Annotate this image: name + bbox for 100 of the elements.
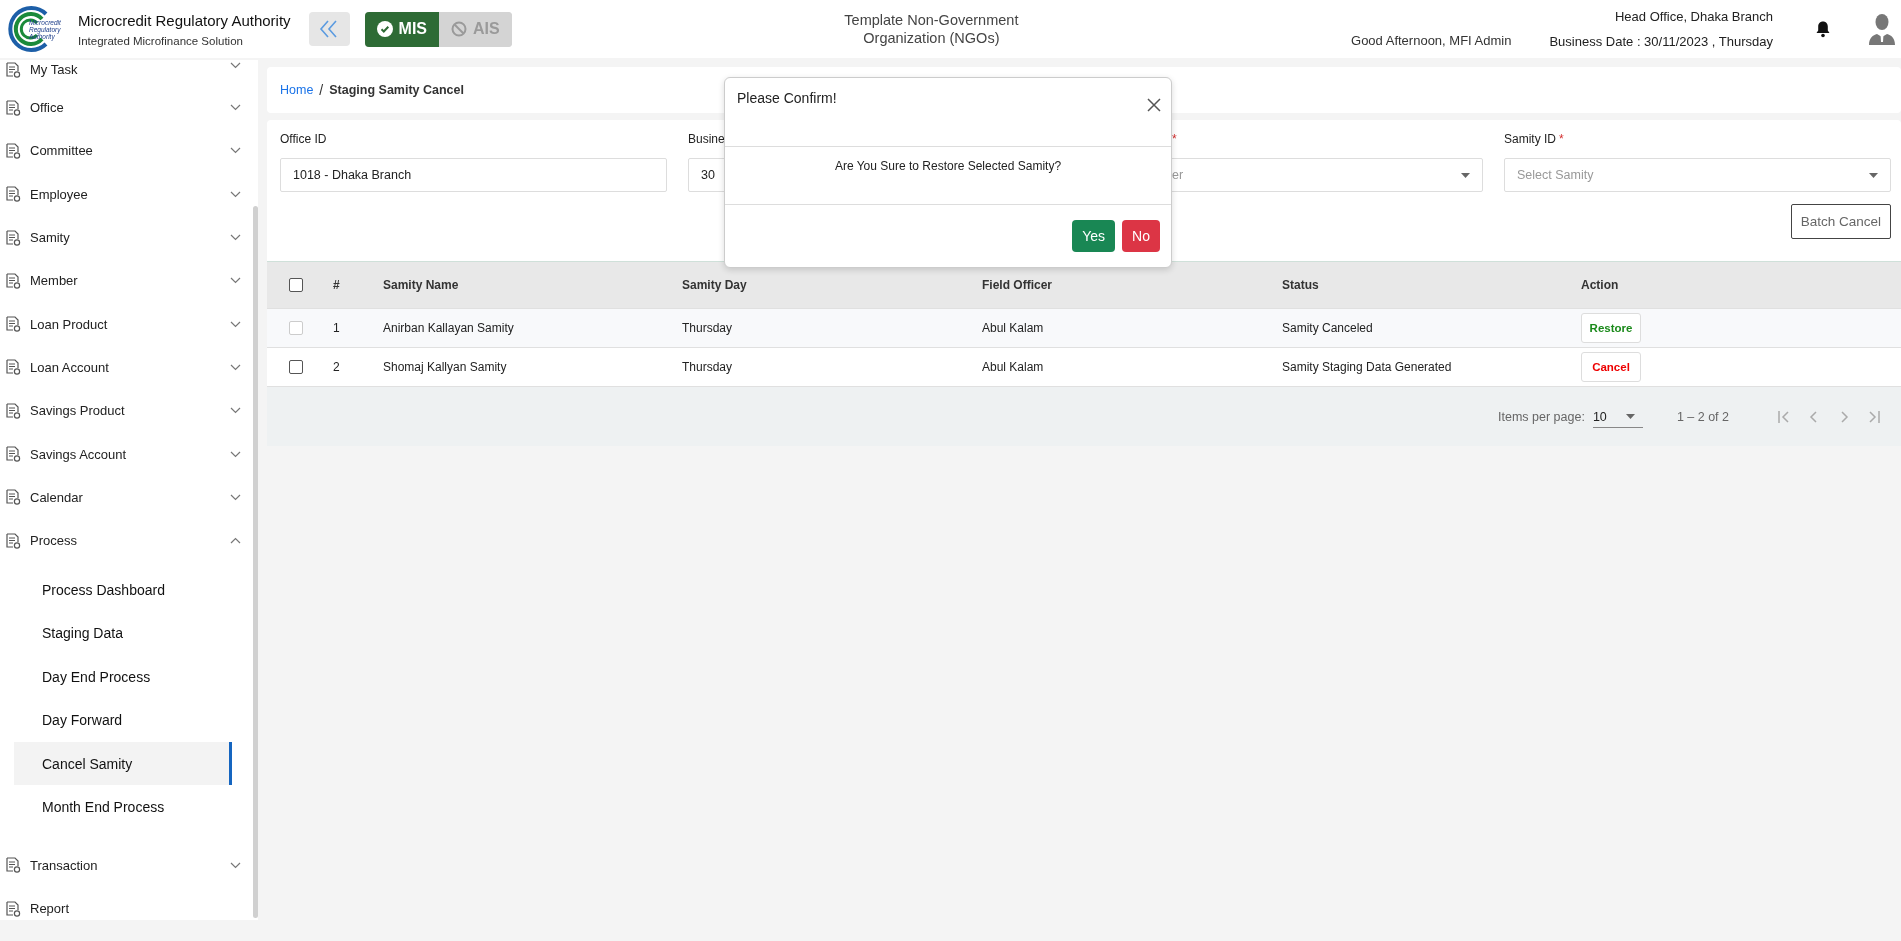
- sidebar-subitem[interactable]: Staging Data: [14, 611, 232, 656]
- organization-name: Template Non-Government Organization (NGOs): [843, 11, 1020, 47]
- document-icon: [6, 402, 21, 419]
- sidebar-item[interactable]: Savings Account: [0, 432, 244, 476]
- document-icon: [6, 359, 21, 376]
- chevron-icon: [230, 363, 241, 371]
- table-cell-text: 2: [333, 360, 341, 374]
- sidebar-item[interactable]: My Task: [0, 60, 244, 86]
- table-cell-text: Shomaj Kallyan Samity: [383, 360, 508, 374]
- chevron-icon: [230, 234, 241, 242]
- cancel-button[interactable]: Cancel: [1581, 352, 1641, 382]
- table-cell-text: Samity Staging Data Generated: [1282, 360, 1453, 374]
- field-label: Office ID: [280, 132, 327, 146]
- column-header: Samity Day: [682, 278, 748, 292]
- breadcrumb-separator: /: [319, 82, 324, 98]
- chevron-icon: [230, 62, 241, 69]
- sidebar-item[interactable]: Process: [0, 518, 244, 563]
- sidebar-item[interactable]: Samity: [0, 215, 244, 260]
- chevron-icon: [230, 147, 241, 155]
- document-icon: [6, 900, 21, 917]
- blocked-icon: [451, 21, 468, 37]
- page-size-select[interactable]: 10: [1592, 405, 1643, 428]
- sidebar-item[interactable]: Report: [0, 886, 244, 931]
- document-icon: [6, 857, 21, 874]
- table-cell-text: Abul Kalam: [982, 360, 1045, 374]
- column-header: Status: [1282, 278, 1320, 292]
- chevron-icon: [230, 861, 241, 869]
- batch-cancel-button[interactable]: Batch Cancel: [1790, 204, 1891, 239]
- dialog-message: Are You Sure to Restore Selected Samity?: [834, 159, 1062, 175]
- checkbox[interactable]: [289, 360, 303, 374]
- required-mark: *: [1172, 132, 1177, 146]
- chevron-icon: [230, 190, 241, 198]
- bell-icon[interactable]: [1815, 20, 1831, 38]
- dialog-title: Please Confirm!: [737, 90, 837, 108]
- required-mark: *: [1559, 132, 1564, 146]
- table-cell-text: Abul Kalam: [982, 321, 1045, 335]
- dropdown-arrow-icon: [1625, 414, 1635, 419]
- yes-button[interactable]: Yes: [1072, 220, 1116, 252]
- sidebar-item[interactable]: Savings Product: [0, 389, 244, 433]
- sidebar-subitem[interactable]: Day Forward: [14, 698, 232, 742]
- column-header: Samity Name: [383, 278, 460, 292]
- chevron-icon: [230, 104, 241, 112]
- greeting-text: Good Afternoon, MFI Admin: [1351, 33, 1512, 48]
- chevron-icon: [230, 320, 241, 328]
- sidebar-item[interactable]: Calendar: [0, 475, 244, 519]
- field-label: Samity ID: [1504, 132, 1556, 146]
- breadcrumb-current: Staging Samity Cancel: [329, 83, 464, 97]
- dropdown-arrow-icon: [1461, 172, 1470, 178]
- table-cell-text: Thursday: [682, 321, 734, 335]
- avatar-icon[interactable]: [1869, 13, 1895, 45]
- dropdown-arrow-icon: [1869, 172, 1878, 178]
- close-icon[interactable]: [1147, 98, 1161, 112]
- document-icon: [6, 316, 21, 333]
- document-icon: [6, 99, 21, 116]
- collapse-button[interactable]: [308, 12, 350, 46]
- chevron-icon: [230, 450, 241, 458]
- check-circle-icon: [376, 21, 393, 37]
- column-header: #: [333, 278, 341, 292]
- scrollbar[interactable]: [253, 206, 258, 918]
- items-per-page-label: Items per page:: [1498, 409, 1585, 424]
- column-header: Action: [1581, 278, 1620, 292]
- table-cell-text: Anirban Kallayan Samity: [383, 321, 515, 335]
- page-range: 1 – 2 of 2: [1676, 409, 1729, 424]
- module-tab[interactable]: MIS: [364, 11, 440, 47]
- document-icon: [6, 62, 21, 78]
- sidebar-item[interactable]: Loan Account: [0, 345, 244, 390]
- input-field[interactable]: 1018 - Dhaka Branch: [280, 158, 667, 192]
- app-title: Microcredit Regulatory Authority: [78, 11, 291, 29]
- app-subtitle: Integrated Microfinance Solution: [78, 34, 244, 47]
- pager-icon[interactable]: [1867, 409, 1881, 424]
- chevron-icon: [230, 493, 241, 501]
- chevron-icon: [230, 277, 241, 285]
- field-label: Busine: [688, 132, 725, 146]
- pager-icon[interactable]: [1777, 409, 1791, 424]
- document-icon: [6, 489, 21, 506]
- sidebar-item[interactable]: Member: [0, 259, 244, 303]
- sidebar-subitem[interactable]: Month End Process: [14, 785, 232, 829]
- column-header: Field Officer: [982, 278, 1053, 292]
- sidebar-item[interactable]: Committee: [0, 129, 244, 173]
- chevron-icon: [230, 407, 241, 415]
- chevron-icon: [230, 537, 241, 545]
- document-icon: [6, 229, 21, 246]
- document-icon: [6, 446, 21, 462]
- office-name: Head Office, Dhaka Branch: [1615, 9, 1773, 24]
- sidebar-item[interactable]: Transaction: [0, 843, 244, 887]
- table-cell-text: Samity Canceled: [1282, 321, 1374, 335]
- document-icon: [6, 186, 21, 203]
- checkbox[interactable]: [289, 278, 303, 292]
- breadcrumb-link[interactable]: Home: [280, 83, 314, 97]
- sidebar-subitem[interactable]: Day End Process: [14, 655, 232, 699]
- table-cell-text: 1: [333, 321, 341, 335]
- sidebar-subitem[interactable]: Process Dashboard: [14, 568, 232, 612]
- sidebar-subitem[interactable]: Cancel Samity: [14, 741, 232, 786]
- business-date: Business Date : 30/11/2023 , Thursday: [1549, 34, 1773, 49]
- sidebar-item[interactable]: Employee: [0, 172, 244, 216]
- sidebar-item[interactable]: Office: [0, 86, 244, 130]
- no-button[interactable]: No: [1122, 220, 1160, 252]
- document-icon: [6, 272, 21, 289]
- document-icon: [6, 532, 21, 549]
- sidebar-item[interactable]: Loan Product: [0, 302, 244, 346]
